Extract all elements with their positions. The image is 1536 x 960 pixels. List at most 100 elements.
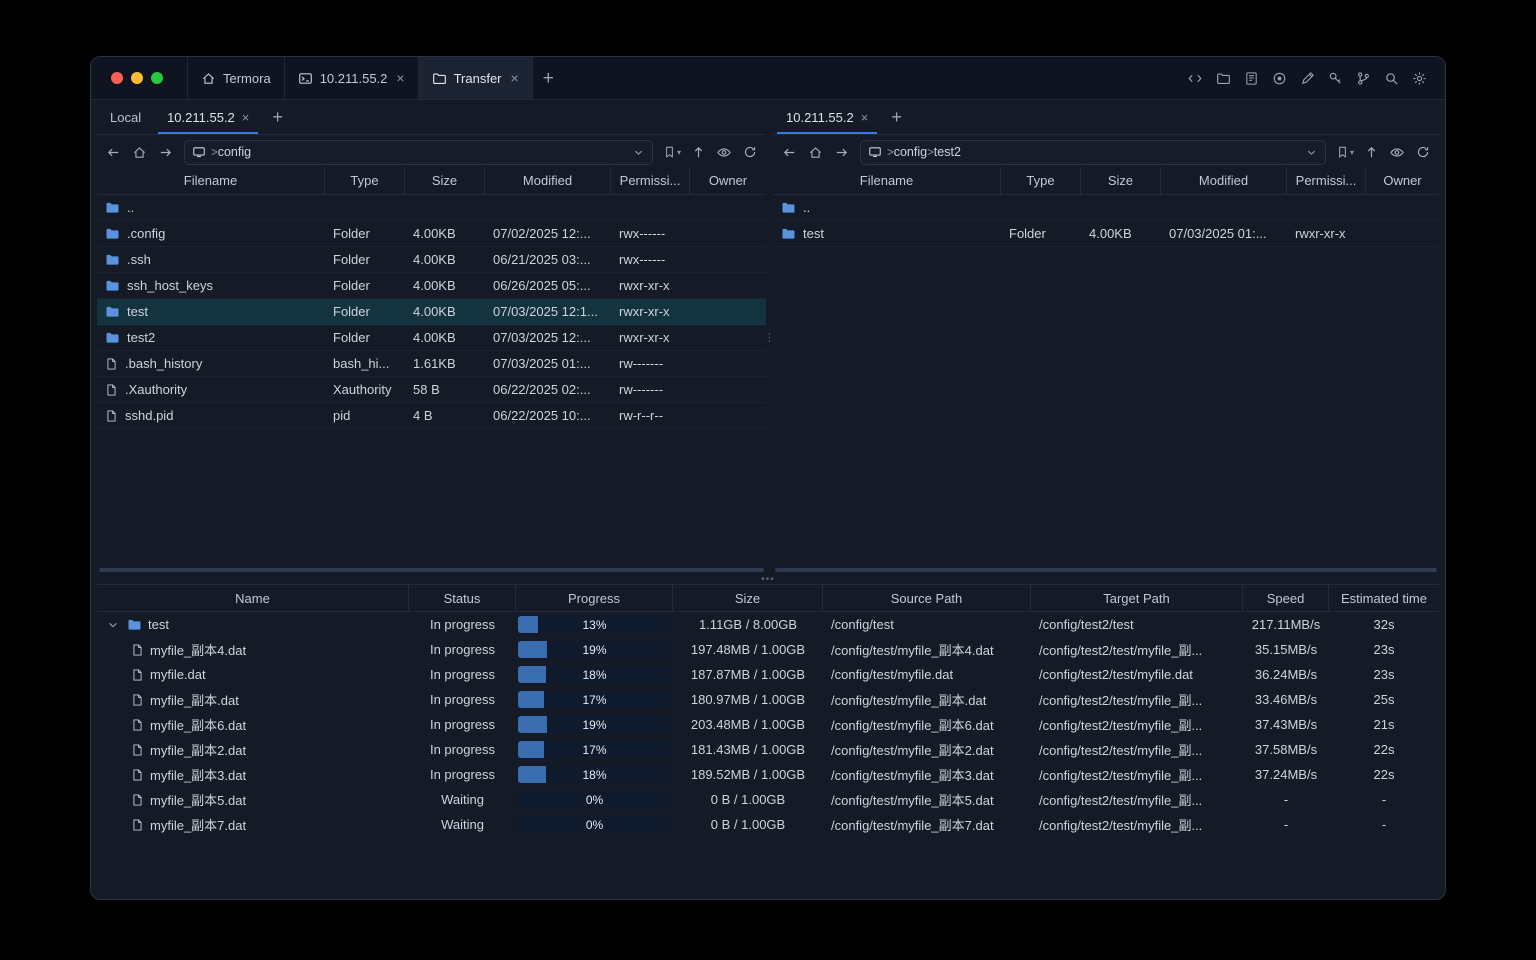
column-header-modified[interactable]: Modified (1161, 167, 1287, 194)
transfer-row[interactable]: myfile_副本7.dat Waiting 0% 0 B / 1.00GB/conf… (97, 812, 1439, 837)
code-icon[interactable] (1187, 71, 1203, 86)
column-header-size[interactable]: Size (405, 167, 485, 194)
panel-tab-local[interactable]: Local (97, 100, 154, 134)
close-window-button[interactable] (111, 72, 123, 84)
column-header-status[interactable]: Status (409, 585, 516, 611)
transfer-row[interactable]: test In progress 13% 1.11GB / 8.00GB/config… (97, 612, 1439, 637)
folder-icon[interactable] (1216, 71, 1231, 86)
home-button[interactable] (803, 140, 827, 164)
new-panel-tab-button[interactable]: + (881, 100, 912, 134)
column-header-filename[interactable]: Filename (97, 167, 325, 194)
panel-splitter[interactable]: ⋮ (764, 100, 775, 574)
transfer-row[interactable]: myfile_副本4.dat In progress 19% 197.48MB / 1… (97, 637, 1439, 662)
column-header-filename[interactable]: Filename (773, 167, 1001, 194)
path-dropdown-icon[interactable] (632, 146, 645, 159)
new-tab-button[interactable]: + (533, 69, 564, 88)
transfer-row[interactable]: myfile_副本3.dat In progress 18% 189.52MB / 1… (97, 762, 1439, 787)
column-header-target-path[interactable]: Target Path (1031, 585, 1243, 611)
left-horizontal-scrollbar[interactable] (97, 565, 766, 574)
show-hidden-files-button[interactable] (712, 140, 736, 164)
progress-bar: 17% (518, 691, 671, 708)
tab-close-icon[interactable]: × (396, 70, 404, 86)
column-header-size[interactable]: Size (673, 585, 823, 611)
app-tab-10-211-55-2[interactable]: 10.211.55.2 × (285, 57, 419, 99)
scrollbar-thumb[interactable] (99, 567, 764, 572)
file-row[interactable]: test2 Folder 4.00KB 07/03/2025 12:... rwxr-x… (97, 325, 766, 351)
right-horizontal-scrollbar[interactable] (773, 565, 1439, 574)
breadcrumb-item[interactable]: test2 (934, 145, 961, 159)
zoom-window-button[interactable] (151, 72, 163, 84)
column-header-permissi[interactable]: Permissi... (611, 167, 690, 194)
panel-tab-10-211-55-2[interactable]: 10.211.55.2 × (773, 100, 881, 134)
file-row[interactable]: test Folder 4.00KB 07/03/2025 01:... rwxr-xr… (773, 221, 1439, 247)
refresh-button[interactable] (1411, 140, 1435, 164)
path-dropdown-icon[interactable] (1305, 146, 1318, 159)
breadcrumb-item[interactable]: config (218, 145, 251, 159)
file-row[interactable]: .. (773, 195, 1439, 221)
scrollbar-thumb[interactable] (775, 567, 1437, 572)
back-button[interactable] (777, 140, 801, 164)
transfer-row[interactable]: myfile_副本6.dat In progress 19% 203.48MB / 1… (97, 712, 1439, 737)
forward-button[interactable] (829, 140, 853, 164)
edit-icon[interactable] (1300, 71, 1315, 86)
file-row[interactable]: test Folder 4.00KB 07/03/2025 12:1... rwxr-x… (97, 299, 766, 325)
search-icon[interactable] (1384, 71, 1399, 86)
transfer-splitter[interactable]: ••• (91, 574, 1445, 585)
path-bar[interactable]: >config (184, 139, 653, 165)
bookmark-button[interactable]: ▾ (660, 140, 684, 164)
app-tab-termora[interactable]: Termora (187, 57, 285, 99)
file-modified-cell: 06/21/2025 03:... (493, 252, 591, 267)
panel-tab-10-211-55-2[interactable]: 10.211.55.2 × (154, 100, 262, 134)
forward-button[interactable] (153, 140, 177, 164)
transfer-row[interactable]: myfile.dat In progress 18% 187.87MB / 1.00G… (97, 662, 1439, 687)
column-header-speed[interactable]: Speed (1243, 585, 1329, 611)
column-header-estimated-time[interactable]: Estimated time (1329, 585, 1439, 611)
file-row[interactable]: .config Folder 4.00KB 07/02/2025 12:... rwx-… (97, 221, 766, 247)
tab-close-icon[interactable]: × (511, 70, 519, 86)
path-bar[interactable]: >config>test2 (860, 139, 1326, 165)
progress-label: 17% (582, 692, 607, 707)
back-button[interactable] (101, 140, 125, 164)
file-permissions-cell: rw------- (619, 356, 664, 371)
new-panel-tab-button[interactable]: + (262, 100, 293, 134)
breadcrumb-item[interactable]: config (894, 145, 927, 159)
column-header-type[interactable]: Type (1001, 167, 1081, 194)
transfer-row[interactable]: myfile_副本2.dat In progress 17% 181.43MB / 1… (97, 737, 1439, 762)
home-button[interactable] (127, 140, 151, 164)
transfer-row[interactable]: myfile_副本5.dat Waiting 0% 0 B / 1.00GB/conf… (97, 787, 1439, 812)
file-row[interactable]: .. (97, 195, 766, 221)
column-header-modified[interactable]: Modified (485, 167, 611, 194)
refresh-button[interactable] (738, 140, 762, 164)
upload-button[interactable] (1359, 140, 1383, 164)
settings-icon[interactable] (1412, 71, 1427, 86)
app-tab-transfer[interactable]: Transfer × (418, 57, 533, 99)
file-row[interactable]: .bash_history bash_hi... 1.61KB 07/03/2025 … (97, 351, 766, 377)
bookmark-button[interactable]: ▾ (1333, 140, 1357, 164)
minimize-window-button[interactable] (131, 72, 143, 84)
column-header-owner[interactable]: Owner (690, 167, 766, 194)
column-header-name[interactable]: Name (97, 585, 409, 611)
transfer-eta-cell: 22s (1373, 767, 1395, 782)
branch-icon[interactable] (1356, 71, 1371, 86)
record-icon[interactable] (1272, 71, 1287, 86)
file-permissions-cell: rwxr-xr-x (619, 278, 670, 293)
expand-chevron-icon[interactable] (105, 619, 121, 631)
tab-close-icon[interactable]: × (861, 110, 869, 125)
file-row[interactable]: sshd.pid pid 4 B 06/22/2025 10:... rw-r--r-- (97, 403, 766, 429)
file-row[interactable]: ssh_host_keys Folder 4.00KB 06/26/2025 05:.… (97, 273, 766, 299)
tab-close-icon[interactable]: × (242, 110, 250, 125)
log-icon[interactable] (1244, 71, 1259, 86)
key-icon[interactable] (1328, 71, 1343, 86)
column-header-size[interactable]: Size (1081, 167, 1161, 194)
transfer-row[interactable]: myfile_副本.dat In progress 17% 180.97MB / 1.… (97, 687, 1439, 712)
upload-button[interactable] (686, 140, 710, 164)
file-row[interactable]: .ssh Folder 4.00KB 06/21/2025 03:... rwx----… (97, 247, 766, 273)
column-header-owner[interactable]: Owner (1366, 167, 1439, 194)
column-header-type[interactable]: Type (325, 167, 405, 194)
column-header-progress[interactable]: Progress (516, 585, 673, 611)
column-header-permissi[interactable]: Permissi... (1287, 167, 1366, 194)
file-row[interactable]: .Xauthority Xauthority 58 B 06/22/2025 02:.… (97, 377, 766, 403)
column-header-source-path[interactable]: Source Path (823, 585, 1031, 611)
show-hidden-files-button[interactable] (1385, 140, 1409, 164)
filename-cell: .config (97, 226, 325, 241)
